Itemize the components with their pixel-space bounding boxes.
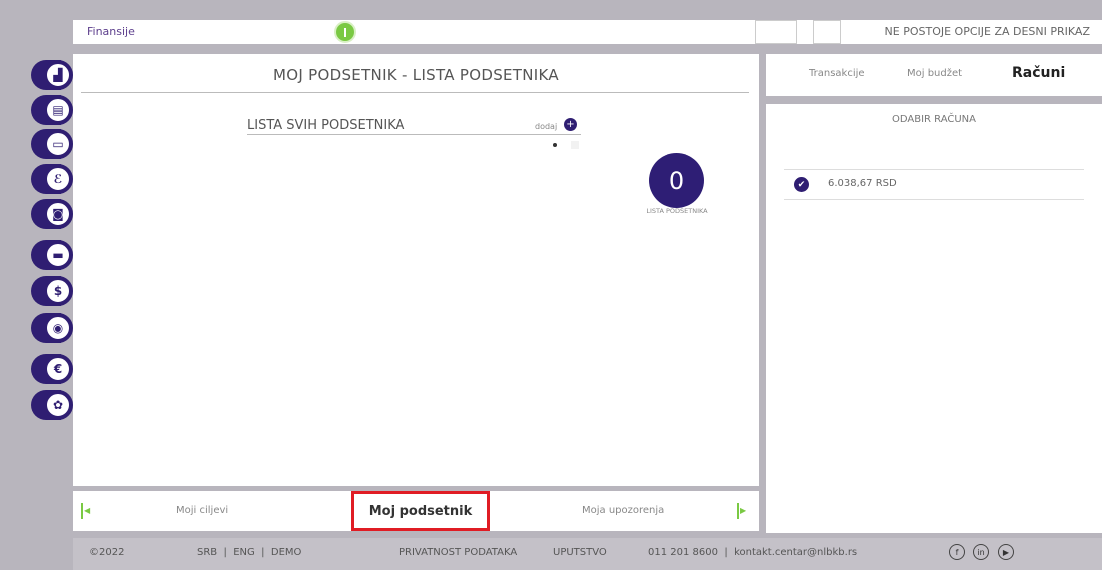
- account-balance[interactable]: 6.038,67 RSD: [828, 178, 897, 189]
- money-icon: ◙: [43, 199, 73, 229]
- language-links[interactable]: SRB | ENG | DEMO: [197, 547, 301, 558]
- contact-info[interactable]: 011 201 8600 | kontakt.centar@nlbkb.rs: [648, 547, 857, 558]
- minus-icon: ▬: [43, 240, 73, 270]
- tab-budget[interactable]: Moj budžet: [907, 68, 962, 79]
- nav-next-arrow-icon[interactable]: ▶: [737, 503, 746, 519]
- location-icon: ◉: [43, 313, 73, 343]
- right-view-note: NE POSTOJE OPCIJE ZA DESNI PRIKAZ: [884, 25, 1090, 38]
- top-option-box-2[interactable]: [813, 20, 841, 44]
- leaf-icon: ℰ: [43, 164, 73, 194]
- linkedin-icon[interactable]: in: [973, 544, 989, 560]
- divider: [784, 169, 1084, 170]
- top-option-box-1[interactable]: [755, 20, 797, 44]
- nav-item-goals[interactable]: Moji ciljevi: [176, 505, 228, 516]
- page-title: MOJ PODSETNIK - LISTA PODSETNIKA: [273, 66, 559, 84]
- sidebar-item-card[interactable]: ▭: [31, 129, 73, 159]
- card-icon: ▭: [43, 129, 73, 159]
- top-bar: Finansije NE POSTOJE OPCIJE ZA DESNI PRI…: [73, 20, 1102, 44]
- title-divider: [81, 92, 749, 93]
- list-divider: [247, 134, 581, 135]
- privacy-link[interactable]: PRIVATNOST PODATAKA: [399, 547, 517, 558]
- main-panel: MOJ PODSETNIK - LISTA PODSETNIKA LISTA S…: [73, 54, 759, 486]
- sidebar-item-clipboard[interactable]: ▤: [31, 95, 73, 125]
- sidebar-item-settings[interactable]: ✿: [31, 390, 73, 420]
- list-title: LISTA SVIH PODSETNIKA: [247, 118, 405, 133]
- footer: ©2022 SRB | ENG | DEMO PRIVATNOST PODATA…: [73, 538, 1102, 570]
- sidebar-item-money[interactable]: ◙: [31, 199, 73, 229]
- sidebar-item-dollar[interactable]: $: [31, 276, 73, 306]
- tab-transactions[interactable]: Transakcije: [809, 68, 865, 79]
- reminder-count-badge[interactable]: 0: [649, 153, 704, 208]
- check-icon[interactable]: ✔: [794, 177, 809, 192]
- pager-dot-inactive[interactable]: [571, 141, 579, 149]
- divider: [784, 199, 1084, 200]
- right-panel-body: ODABIR RAČUNA ✔ 6.038,67 RSD: [766, 104, 1102, 533]
- add-label[interactable]: dodaj: [535, 122, 557, 131]
- nav-item-alerts[interactable]: Moja upozorenja: [582, 505, 664, 516]
- chart-icon: ▟: [43, 60, 73, 90]
- right-panel-tabs: Transakcije Moj budžet Računi: [766, 54, 1102, 96]
- sidebar-item-location[interactable]: ◉: [31, 313, 73, 343]
- account-select-heading: ODABIR RAČUNA: [891, 114, 976, 125]
- sidebar-item-chart[interactable]: ▟: [31, 60, 73, 90]
- settings-icon: ✿: [43, 390, 73, 420]
- reminder-count-label: LISTA PODSETNIKA: [646, 207, 708, 215]
- sidebar-item-euro[interactable]: €: [31, 354, 73, 384]
- clipboard-icon: ▤: [43, 95, 73, 125]
- nav-prev-arrow-icon[interactable]: ◀: [81, 503, 90, 519]
- facebook-icon[interactable]: f: [949, 544, 965, 560]
- guide-link[interactable]: UPUTSTVO: [553, 547, 607, 558]
- youtube-icon[interactable]: ▶: [998, 544, 1014, 560]
- bottom-nav: ◀ Moji ciljevi Moj podsetnik Moja upozor…: [73, 491, 759, 531]
- sidebar-item-minus[interactable]: ▬: [31, 240, 73, 270]
- nav-item-reminder-active[interactable]: Moj podsetnik: [351, 491, 490, 531]
- euro-icon: €: [43, 354, 73, 384]
- add-reminder-button[interactable]: +: [564, 118, 577, 131]
- app-frame: Finansije NE POSTOJE OPCIJE ZA DESNI PRI…: [0, 0, 1102, 570]
- section-title: Finansije: [87, 25, 135, 38]
- pager-dot[interactable]: [553, 143, 557, 147]
- tab-accounts[interactable]: Računi: [1012, 65, 1065, 81]
- sidebar-item-leaf[interactable]: ℰ: [31, 164, 73, 194]
- power-icon[interactable]: [334, 21, 356, 43]
- copyright: ©2022: [89, 547, 125, 558]
- dollar-icon: $: [43, 276, 73, 306]
